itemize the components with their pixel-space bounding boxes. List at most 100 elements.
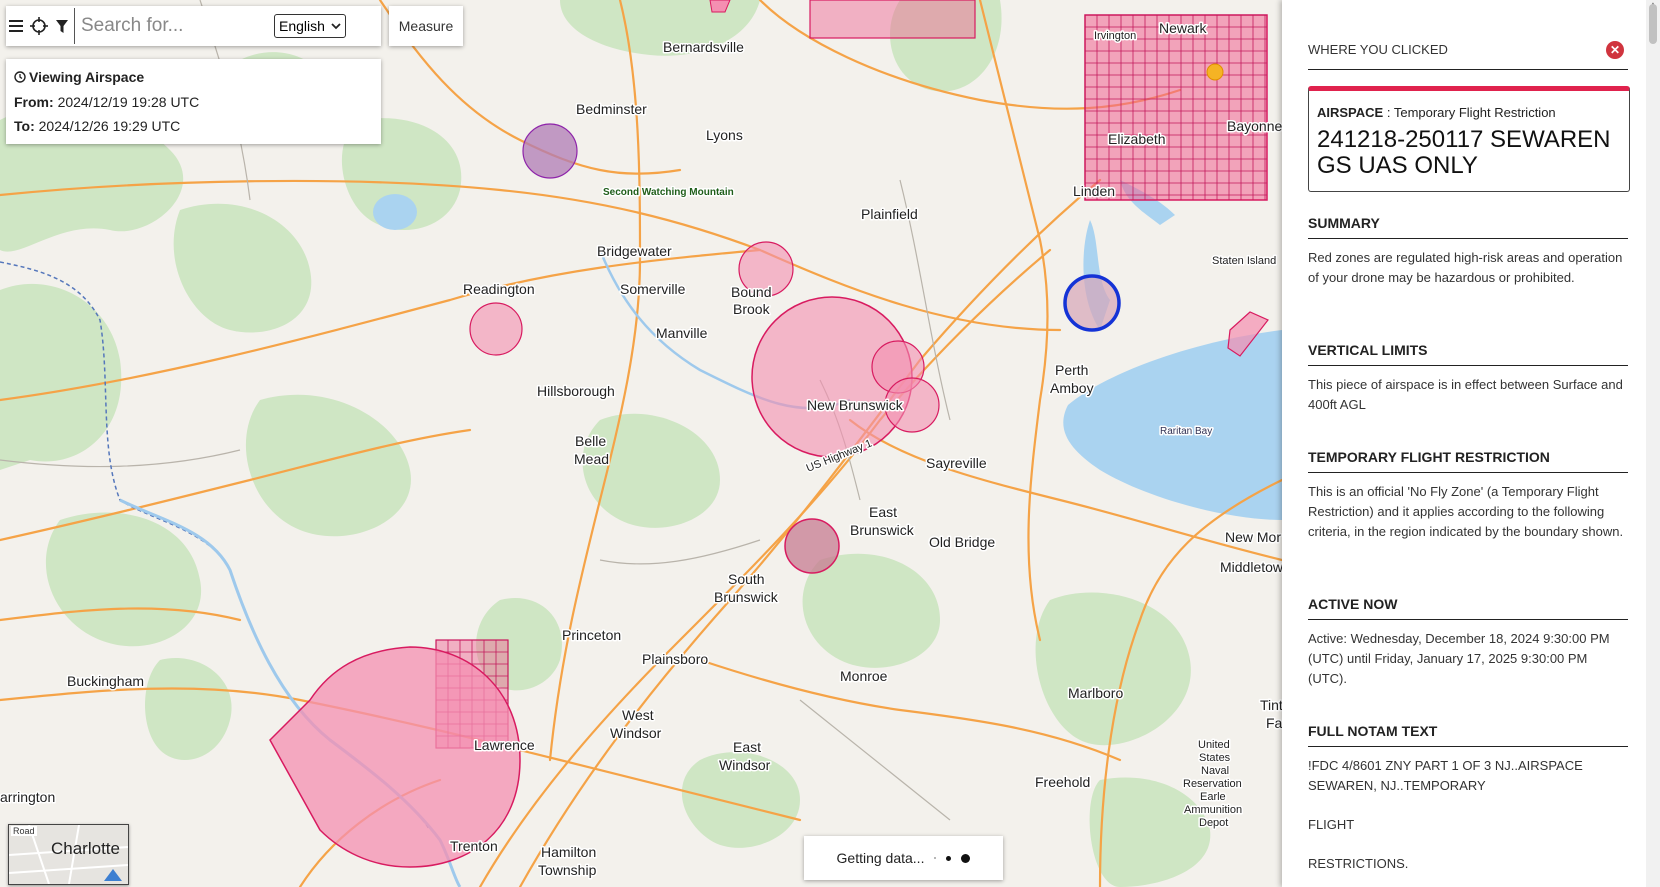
map-label: Raritan Bay (1160, 426, 1212, 437)
tfr-readington[interactable] (469, 302, 523, 356)
toolbar-divider (74, 8, 75, 44)
scrollbar-thumb[interactable] (1649, 4, 1657, 44)
map-label: Plainsboro (642, 651, 708, 667)
tfr-section: TEMPORARY FLIGHT RESTRICTION This is an … (1308, 449, 1628, 542)
filter-icon[interactable] (52, 6, 72, 46)
map-label: Depot (1199, 817, 1228, 829)
map-label: Old Bridge (929, 534, 995, 550)
tfr-grid-newark[interactable] (1084, 14, 1268, 201)
map-label: New Brunswick (807, 397, 904, 413)
from-row: From: 2024/12/19 19:28 UTC (14, 94, 199, 110)
map-label: Windsor (719, 757, 771, 773)
map-label: Second Watching Mountain (603, 187, 734, 198)
map-label: Lawrence (474, 737, 535, 753)
map-label: Readington (463, 281, 535, 297)
airspace-details-panel: WHERE YOU CLICKED ✕ AIRSPACE : Temporary… (1282, 0, 1660, 887)
notam-line: FLIGHT (1308, 817, 1355, 832)
close-icon[interactable]: ✕ (1606, 41, 1624, 59)
map-label: Perth (1055, 362, 1088, 378)
tfr-grid-top[interactable] (809, 0, 976, 39)
airspace-type-value: : Temporary Flight Restriction (1386, 105, 1556, 120)
search-input[interactable] (79, 14, 268, 38)
viewing-title-row: Viewing Airspace (14, 69, 144, 85)
airspace-name: 241218-250117 SEWAREN GS UAS ONLY (1317, 126, 1611, 179)
map-label: States (1199, 752, 1231, 764)
map-label: New Mor (1225, 529, 1281, 545)
hamburger-icon[interactable] (6, 6, 26, 46)
chevron-down-icon (331, 22, 341, 29)
loading-dot-icon (934, 857, 937, 859)
section-body: This piece of airspace is in effect betw… (1308, 377, 1623, 412)
map-label: Linden (1073, 183, 1115, 199)
summary-section: SUMMARY Red zones are regulated high-ris… (1308, 215, 1628, 288)
airspace-type: AIRSPACE : Temporary Flight Restriction (1317, 105, 1556, 120)
map-label: Fal (1266, 715, 1282, 731)
loading-dot-icon (946, 855, 952, 861)
section-body: This is an official 'No Fly Zone' (a Tem… (1308, 484, 1624, 539)
map-label: Monroe (840, 668, 888, 684)
section-heading: TEMPORARY FLIGHT RESTRICTION (1308, 449, 1628, 473)
section-heading: VERTICAL LIMITS (1308, 342, 1628, 366)
map-label: Brunswick (850, 522, 915, 538)
map-label: Sayreville (926, 455, 987, 471)
from-label: From: (14, 94, 54, 110)
map-label: arrington (0, 789, 55, 805)
basemap-road-label: Road (11, 826, 37, 836)
map-toolbar: English (6, 6, 381, 46)
section-body: !FDC 4/8601 ZNY PART 1 OF 3 NJ..AIRSPACE… (1308, 758, 1583, 793)
section-heading: FULL NOTAM TEXT (1308, 723, 1628, 747)
map-label: Freehold (1035, 774, 1090, 790)
crosshair-icon[interactable] (26, 6, 52, 46)
map-label: Bedminster (576, 101, 647, 117)
map-label: Bayonne (1227, 118, 1282, 134)
map-label: Amboy (1050, 380, 1094, 396)
map-label: Newark (1159, 20, 1207, 36)
map-label: Reservation (1183, 778, 1242, 790)
map-label: Staten Island (1212, 255, 1276, 267)
loading-status: Getting data... (804, 836, 1003, 880)
map-label: Brunswick (714, 589, 779, 605)
panel-scrollbar[interactable]: ▲ (1646, 0, 1660, 887)
map-label: Buckingham (67, 673, 144, 689)
where-you-clicked-title: WHERE YOU CLICKED (1308, 42, 1448, 57)
tfr-east-brunswick[interactable] (784, 518, 840, 574)
to-row: To: 2024/12/26 19:29 UTC (14, 118, 180, 134)
map-label: Bridgewater (597, 243, 672, 259)
map-label: Windsor (610, 725, 662, 741)
clock-icon (14, 71, 26, 83)
notam-section: FULL NOTAM TEXT !FDC 4/8601 ZNY PART 1 O… (1308, 723, 1628, 874)
section-heading: ACTIVE NOW (1308, 596, 1628, 620)
from-value[interactable]: 2024/12/19 19:28 UTC (58, 94, 200, 110)
notam-line: RESTRICTIONS. (1308, 856, 1409, 871)
map-label: Princeton (562, 627, 621, 643)
loading-text: Getting data... (836, 850, 925, 866)
section-body: Red zones are regulated high-risk areas … (1308, 250, 1623, 285)
where-you-clicked-header: WHERE YOU CLICKED ✕ (1308, 41, 1628, 70)
map-label: Middletow (1220, 559, 1282, 575)
map-label: Hamilton (541, 844, 596, 860)
map-label: Township (538, 862, 597, 878)
viewing-title: Viewing Airspace (29, 69, 145, 85)
loading-dot-icon (961, 853, 971, 863)
map-marker-icon[interactable] (1206, 63, 1224, 81)
airspace-card[interactable]: AIRSPACE : Temporary Flight Restriction … (1308, 86, 1630, 192)
active-now-section: ACTIVE NOW Active: Wednesday, December 1… (1308, 596, 1628, 689)
map-label: Naval (1201, 765, 1229, 777)
viewing-airspace-box: Viewing Airspace From: 2024/12/19 19:28 … (6, 59, 381, 144)
measure-button[interactable]: Measure (389, 6, 463, 46)
tfr-bedminster[interactable] (522, 123, 578, 179)
map-label: Irvington (1094, 30, 1136, 42)
tfr-sewaren-selected[interactable] (1063, 274, 1121, 332)
basemap-switcher[interactable]: Road Charlotte (8, 824, 129, 885)
map-label: Somerville (620, 281, 686, 297)
section-heading: SUMMARY (1308, 215, 1628, 239)
basemap-city-label: Charlotte (51, 839, 120, 858)
map-label: Lyons (706, 127, 743, 143)
map-label: Hillsborough (537, 383, 615, 399)
map-label: Plainfield (861, 206, 918, 222)
language-value: English (279, 18, 325, 34)
map-label: United (1198, 739, 1230, 751)
to-value[interactable]: 2024/12/26 19:29 UTC (39, 118, 181, 134)
map-label: East (733, 739, 761, 755)
language-select[interactable]: English (274, 14, 346, 38)
